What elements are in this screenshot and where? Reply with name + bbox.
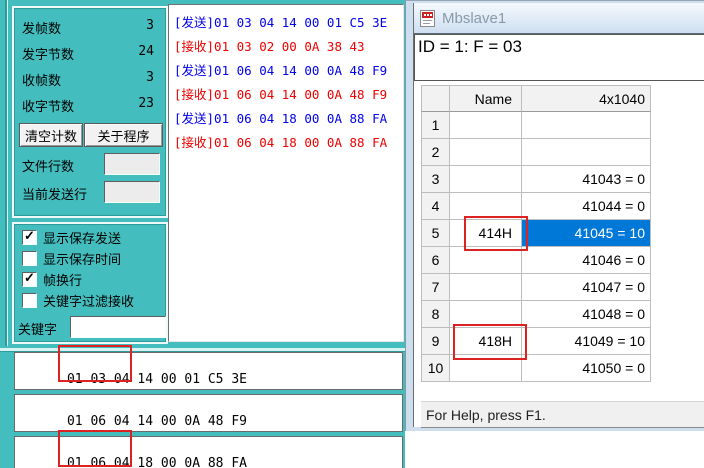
counter-sent-bytes: 发字节数 24: [22, 44, 154, 62]
row-number: 9: [421, 328, 450, 355]
row-number: 3: [421, 166, 450, 193]
mbslave-window: Mbslave1 ID = 1: F = 03 Name 4x1040 1: [405, 0, 704, 431]
mbslave-client-area: Mbslave1 ID = 1: F = 03 Name 4x1040 1: [413, 3, 704, 427]
counter-label: 发帧数: [22, 18, 61, 36]
grid-row[interactable]: 2: [421, 139, 651, 166]
counter-value: 23: [138, 96, 154, 114]
log-line-recv: [接收]01 03 02 00 0A 38 43: [174, 35, 403, 59]
value-cell[interactable]: [522, 139, 651, 166]
log-line-recv: [接收]01 06 04 18 00 0A 88 FA: [174, 131, 403, 155]
hex-send-row-2[interactable]: 01 06 04 14 00 0A 48 F9: [14, 394, 403, 432]
checkbox-show-save-time[interactable]: [22, 251, 37, 266]
checkbox-row-keyword-filter[interactable]: 关键字过滤接收: [22, 292, 134, 308]
about-label: 关于程序: [97, 126, 149, 145]
comm-log-panel[interactable]: [发送]01 03 04 14 00 01 C5 3E [接收]01 03 02…: [168, 4, 404, 342]
mbslave-document-icon: [420, 10, 435, 27]
name-cell[interactable]: [450, 247, 522, 274]
left-groove-divider: [5, 0, 8, 346]
clear-count-button[interactable]: 清空计数: [19, 123, 83, 147]
grid-header-4x1040[interactable]: 4x1040: [522, 85, 651, 112]
row-number: 10: [421, 355, 450, 382]
value-cell[interactable]: 41046 = 0: [522, 247, 651, 274]
annotation-box-414h: [464, 216, 528, 251]
about-button[interactable]: 关于程序: [84, 123, 163, 147]
name-cell[interactable]: [450, 112, 522, 139]
status-text: For Help, press F1.: [426, 407, 546, 423]
counter-label: 发字节数: [22, 44, 74, 62]
row-number: 6: [421, 247, 450, 274]
counter-label: 收帧数: [22, 70, 61, 88]
checkbox-row-show-save-time[interactable]: 显示保存时间: [22, 250, 121, 266]
log-line-send: [发送]01 06 04 18 00 0A 88 FA: [174, 107, 403, 131]
serial-tool-window: 发帧数 3 发字节数 24 收帧数 3 收字节数 23 清空计数 关于程序 文件…: [0, 0, 405, 468]
grid-header-row: Name 4x1040: [421, 85, 651, 112]
grid-row-selected[interactable]: 5 414H 41045 = 10: [421, 220, 651, 247]
row-number: 1: [421, 112, 450, 139]
keyword-input[interactable]: [70, 316, 166, 338]
value-cell[interactable]: 41048 = 0: [522, 301, 651, 328]
status-bar: For Help, press F1.: [421, 401, 704, 428]
name-cell[interactable]: [450, 139, 522, 166]
counter-sent-frames: 发帧数 3: [22, 18, 154, 36]
id-line-text: ID = 1: F = 03: [418, 37, 522, 56]
grid-header-name[interactable]: Name: [450, 85, 522, 112]
file-lines-field[interactable]: [104, 153, 160, 175]
value-cell[interactable]: 41047 = 0: [522, 274, 651, 301]
checkbox-label: 显示保存时间: [43, 249, 121, 268]
grid-row[interactable]: 4 41044 = 0: [421, 193, 651, 220]
counter-value: 3: [146, 70, 154, 88]
current-send-line-label: 当前发送行: [22, 184, 87, 203]
name-cell[interactable]: [450, 166, 522, 193]
grid-row[interactable]: 7 41047 = 0: [421, 274, 651, 301]
mbslave-titlebar[interactable]: Mbslave1: [414, 3, 704, 34]
counter-value: 3: [146, 18, 154, 36]
grid-row[interactable]: 1: [421, 112, 651, 139]
checkbox-show-save-send[interactable]: [22, 230, 37, 245]
log-line-send: [发送]01 03 04 14 00 01 C5 3E: [174, 11, 403, 35]
grid-corner-cell: [421, 85, 450, 112]
row-number: 4: [421, 193, 450, 220]
counter-recv-bytes: 收字节数 23: [22, 96, 154, 114]
annotation-box-418h: [453, 324, 527, 360]
checkbox-row-show-save-send[interactable]: 显示保存发送: [22, 229, 121, 245]
row-number: 2: [421, 139, 450, 166]
counter-label: 收字节数: [22, 96, 74, 114]
grid-row[interactable]: 6 41046 = 0: [421, 247, 651, 274]
annotation-box-hex-0414: [58, 345, 132, 382]
mbslave-window-title: Mbslave1: [442, 10, 506, 27]
checkbox-label: 显示保存发送: [43, 228, 121, 247]
hex-text: 01 06 04 14 00 0A 48 F9: [67, 414, 247, 429]
options-panel: 显示保存发送 显示保存时间 帧换行 关键字过滤接收 关键字: [12, 222, 168, 344]
counter-recv-frames: 收帧数 3: [22, 70, 154, 88]
slave-id-function-line: ID = 1: F = 03: [414, 34, 704, 81]
checkbox-label: 帧换行: [43, 270, 82, 289]
row-number: 5: [421, 220, 450, 247]
value-cell[interactable]: 41043 = 0: [522, 166, 651, 193]
current-send-line-field[interactable]: [104, 181, 160, 203]
screenshot-root: 发帧数 3 发字节数 24 收帧数 3 收字节数 23 清空计数 关于程序 文件…: [0, 0, 704, 468]
log-line-send: [发送]01 06 04 14 00 0A 48 F9: [174, 59, 403, 83]
checkbox-row-frame-newline[interactable]: 帧换行: [22, 271, 82, 287]
counter-value: 24: [138, 44, 154, 62]
checkbox-frame-newline[interactable]: [22, 272, 37, 287]
name-cell[interactable]: [450, 274, 522, 301]
checkbox-keyword-filter[interactable]: [22, 293, 37, 308]
value-cell[interactable]: 41049 = 10: [522, 328, 651, 355]
log-line-recv: [接收]01 06 04 14 00 0A 48 F9: [174, 83, 403, 107]
file-lines-label: 文件行数: [22, 156, 74, 175]
value-cell[interactable]: [522, 112, 651, 139]
keyword-label: 关键字: [18, 319, 57, 338]
value-cell[interactable]: 41044 = 0: [522, 193, 651, 220]
value-cell[interactable]: 41050 = 0: [522, 355, 651, 382]
counters-panel: 发帧数 3 发字节数 24 收帧数 3 收字节数 23 清空计数 关于程序 文件…: [12, 6, 168, 218]
clear-count-label: 清空计数: [25, 126, 77, 145]
annotation-box-hex-0418: [58, 430, 132, 467]
row-number: 8: [421, 301, 450, 328]
checkbox-label: 关键字过滤接收: [43, 291, 134, 310]
grid-row[interactable]: 3 41043 = 0: [421, 166, 651, 193]
value-cell-selected[interactable]: 41045 = 10: [522, 220, 651, 247]
row-number: 7: [421, 274, 450, 301]
